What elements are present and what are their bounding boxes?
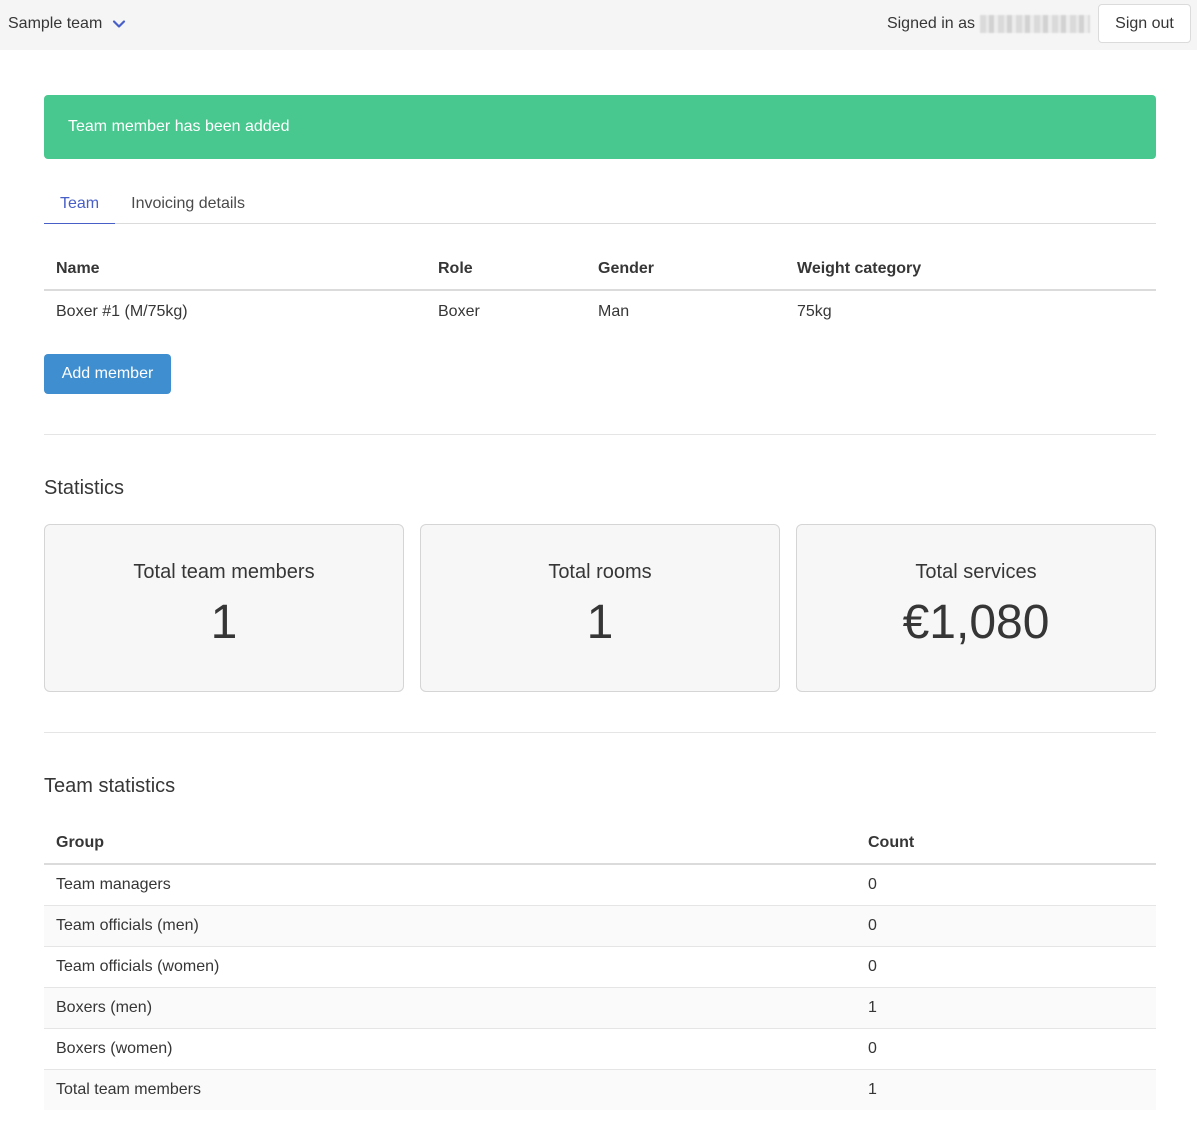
signed-in-info: Signed in as: [887, 0, 1090, 48]
stat-card-label: Total team members: [133, 561, 315, 583]
group-count: 1: [856, 987, 1156, 1029]
group-name: Total team members: [44, 1069, 856, 1110]
column-header-group: Group: [44, 822, 856, 865]
table-row: Boxers (women) 0: [44, 1028, 1156, 1070]
top-navbar: Sample team Signed in as Sign out: [0, 0, 1197, 50]
table-row: Team officials (men) 0: [44, 905, 1156, 947]
column-header-name: Name: [44, 248, 426, 291]
table-header-row: Name Role Gender Weight category: [44, 248, 1156, 291]
table-header-row: Group Count: [44, 822, 1156, 865]
table-row: Boxers (men) 1: [44, 987, 1156, 1029]
member-role: Boxer: [438, 302, 480, 320]
tabs: Team Invoicing details: [44, 184, 1156, 224]
stat-card-value: €1,080: [902, 596, 1050, 649]
tab-team[interactable]: Team: [44, 184, 116, 224]
tab-invoicing-details[interactable]: Invoicing details: [115, 184, 261, 224]
stat-card-total-team-members: Total team members 1: [44, 524, 404, 692]
group-name: Team managers: [44, 864, 856, 906]
group-name: Team officials (women): [44, 946, 856, 988]
team-name: Sample team: [8, 15, 103, 32]
notification-message: Team member has been added: [68, 118, 290, 135]
group-name: Team officials (men): [44, 905, 856, 947]
stat-card-total-rooms: Total rooms 1: [420, 524, 780, 692]
divider: [44, 434, 1156, 435]
divider: [44, 732, 1156, 733]
column-header-role: Role: [426, 248, 586, 291]
redacted-username: [980, 15, 1090, 33]
table-row[interactable]: Boxer #1 (M/75kg) Boxer Man 75kg: [44, 290, 1156, 332]
group-count: 0: [856, 864, 1156, 906]
column-header-count: Count: [856, 822, 1156, 865]
team-selector[interactable]: Sample team: [8, 0, 126, 48]
table-row: Team managers 0: [44, 864, 1156, 906]
tab-invoicing-details-label: Invoicing details: [131, 195, 245, 212]
table-row: Total team members 1: [44, 1069, 1156, 1110]
group-name: Boxers (men): [44, 987, 856, 1029]
chevron-down-icon: [112, 17, 126, 31]
column-header-weight-category: Weight category: [785, 248, 1156, 291]
statistics-title: Statistics: [44, 477, 125, 499]
add-member-button[interactable]: Add member: [44, 354, 171, 394]
tab-team-label: Team: [60, 194, 100, 212]
signed-in-label: Signed in as: [886, 15, 975, 32]
stat-card-label: Total services: [915, 561, 1037, 583]
stat-card-value: 1: [586, 596, 614, 649]
members-table: Name Role Gender Weight category Boxer #…: [44, 248, 1156, 332]
member-name: Boxer #1 (M/75kg): [56, 302, 188, 320]
member-gender: Man: [598, 302, 630, 320]
group-count: 0: [856, 946, 1156, 988]
column-header-gender: Gender: [586, 248, 785, 291]
stat-card-value: 1: [210, 596, 238, 649]
group-count: 1: [856, 1069, 1156, 1110]
group-count: 0: [856, 1028, 1156, 1070]
stat-card-label: Total rooms: [548, 561, 652, 583]
table-row: Team officials (women) 0: [44, 946, 1156, 988]
team-statistics-table: Group Count Team managers 0 Team officia…: [44, 822, 1156, 1110]
member-weight-category: 75kg: [797, 302, 832, 320]
sign-out-button[interactable]: Sign out: [1098, 4, 1191, 43]
group-name: Boxers (women): [44, 1028, 856, 1070]
success-notification: Team member has been added: [44, 95, 1156, 159]
group-count: 0: [856, 905, 1156, 947]
team-statistics-title: Team statistics: [44, 775, 176, 797]
stat-card-total-services: Total services €1,080: [796, 524, 1156, 692]
